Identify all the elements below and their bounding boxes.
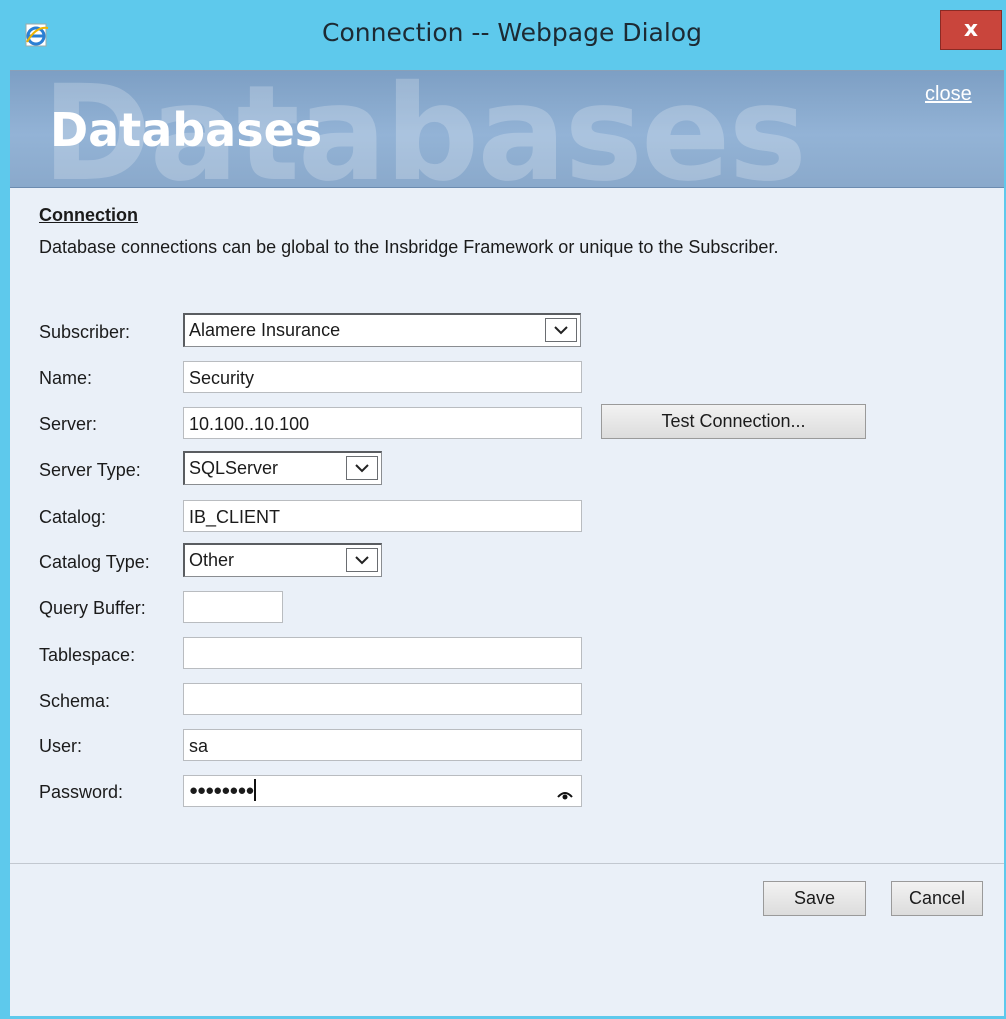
- subscriber-label: Subscriber:: [39, 322, 131, 342]
- server-type-select[interactable]: SQLServer: [183, 451, 382, 485]
- dialog-window: Connection -- Webpage Dialog x Databases…: [0, 0, 1006, 1019]
- chevron-down-icon[interactable]: [346, 456, 378, 480]
- password-value: ●●●●●●●●: [189, 781, 254, 799]
- name-label: Name:: [39, 368, 93, 388]
- tablespace-field[interactable]: [183, 637, 582, 669]
- window-title: Connection -- Webpage Dialog: [322, 18, 702, 47]
- banner: Databases Databases close: [10, 71, 1004, 188]
- close-link[interactable]: close: [925, 83, 972, 106]
- password-field[interactable]: ●●●●●●●●: [183, 775, 582, 807]
- subscriber-select[interactable]: Alamere Insurance: [183, 313, 581, 347]
- query-buffer-field[interactable]: [183, 591, 283, 623]
- catalog-label: Catalog:: [39, 507, 107, 527]
- section-description: Database connections can be global to th…: [39, 237, 779, 257]
- title-bar: Connection -- Webpage Dialog x: [0, 0, 1006, 70]
- window-close-button[interactable]: x: [940, 10, 1002, 50]
- catalog-type-select[interactable]: Other: [183, 543, 382, 577]
- schema-label: Schema:: [39, 691, 111, 711]
- dialog-content: Databases Databases close Connection Dat…: [10, 70, 1004, 1016]
- chevron-down-icon[interactable]: [346, 548, 378, 572]
- user-label: User:: [39, 736, 83, 756]
- section-heading: Connection: [39, 205, 138, 225]
- catalog-type-label: Catalog Type:: [39, 552, 150, 572]
- footer-divider: [10, 863, 1004, 864]
- schema-field[interactable]: [183, 683, 582, 715]
- cancel-button[interactable]: Cancel: [891, 881, 983, 916]
- query-buffer-label: Query Buffer:: [39, 598, 146, 618]
- server-field[interactable]: 10.100..10.100: [183, 407, 582, 439]
- banner-title: Databases: [50, 103, 323, 157]
- server-type-value: SQLServer: [189, 458, 279, 478]
- user-field[interactable]: sa: [183, 729, 582, 761]
- catalog-type-value: Other: [189, 550, 235, 570]
- text-cursor: [254, 779, 257, 802]
- name-field[interactable]: Security: [183, 361, 582, 393]
- server-label: Server:: [39, 414, 98, 434]
- chevron-down-icon[interactable]: [545, 318, 577, 342]
- tablespace-label: Tablespace:: [39, 645, 136, 665]
- server-type-label: Server Type:: [39, 460, 141, 480]
- reveal-password-icon[interactable]: [557, 785, 573, 806]
- subscriber-value: Alamere Insurance: [189, 320, 341, 340]
- save-button[interactable]: Save: [763, 881, 866, 916]
- catalog-field[interactable]: IB_CLIENT: [183, 500, 582, 532]
- test-connection-button[interactable]: Test Connection...: [601, 404, 866, 439]
- password-label: Password:: [39, 782, 124, 802]
